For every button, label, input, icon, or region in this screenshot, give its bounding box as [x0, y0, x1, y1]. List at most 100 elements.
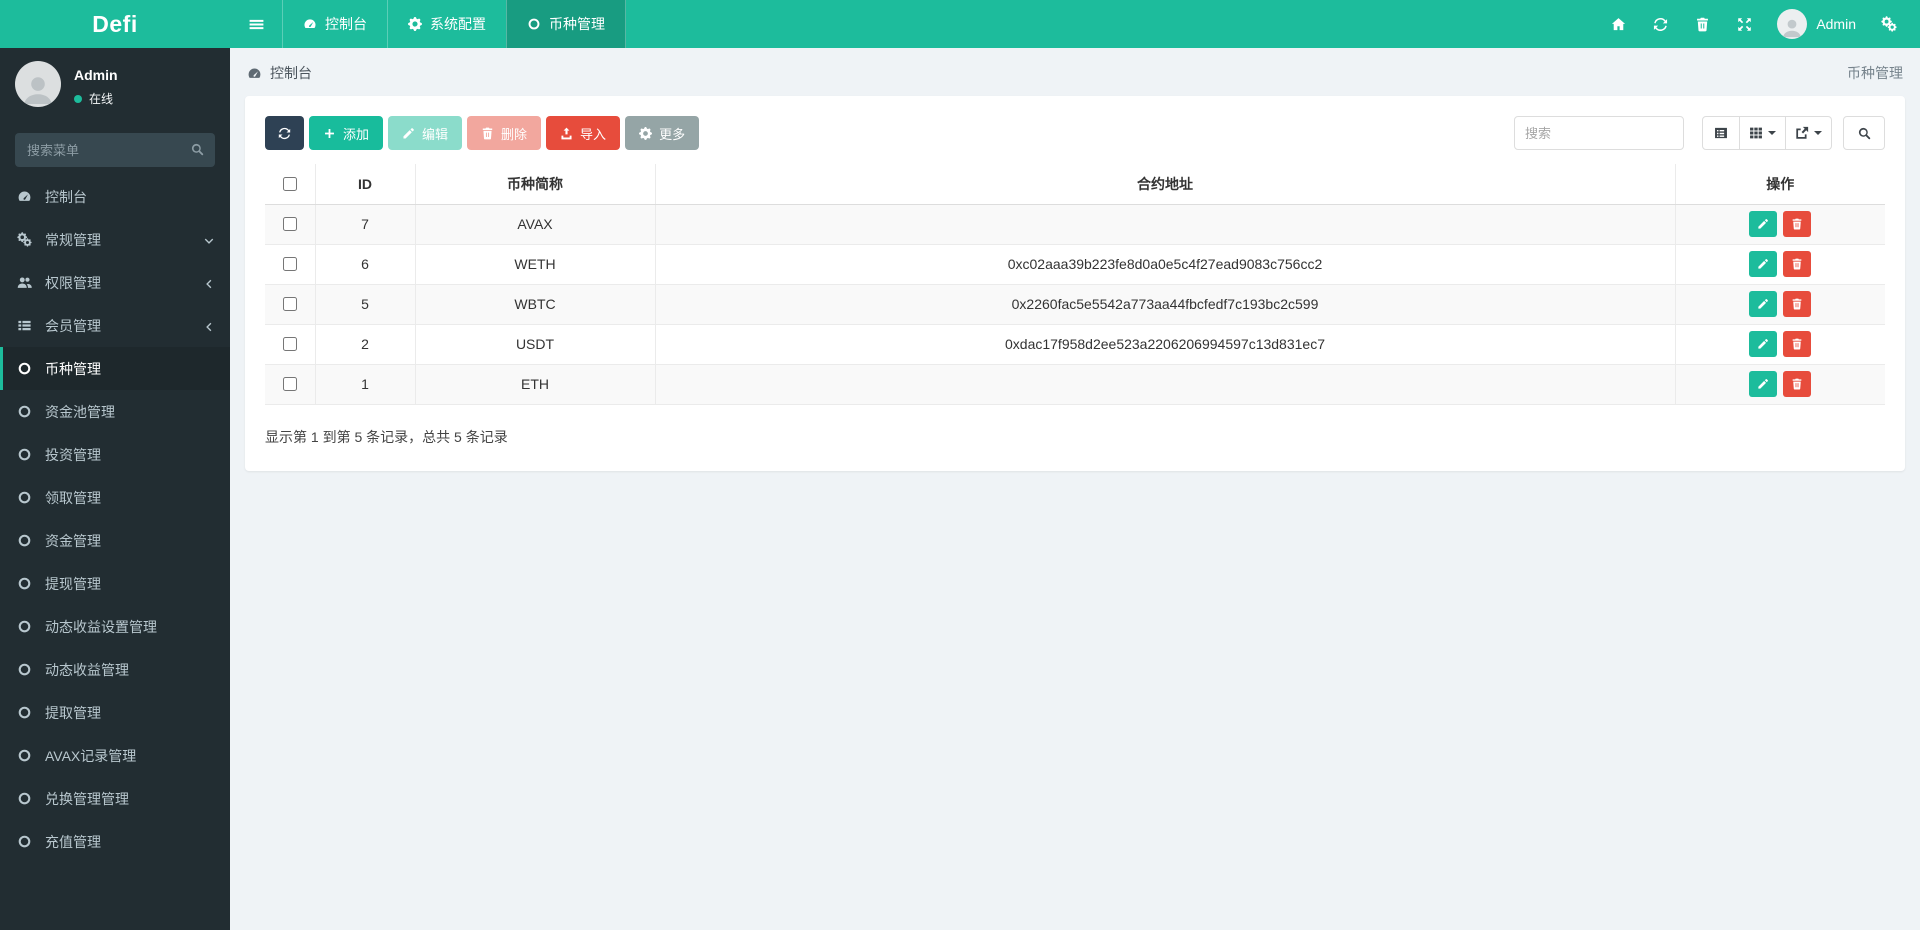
coins-table: ID 币种简称 合约地址 操作 7 AVAX 6 WETH 0xc02aaa39b223fe8… [265, 164, 1885, 405]
row-checkbox[interactable] [283, 377, 298, 391]
row-checkbox[interactable] [283, 217, 298, 231]
sidebar-item-recharge-manage[interactable]: 充值管理 [0, 820, 230, 863]
export-button[interactable] [1786, 116, 1832, 150]
sidebar-user-panel: Admin 在线 [0, 48, 230, 117]
trash-icon [482, 127, 493, 139]
delete-row-button[interactable] [1783, 251, 1812, 277]
records-summary: 显示第 1 到第 5 条记录，总共 5 条记录 [265, 428, 508, 445]
toggle-view-button[interactable] [1702, 116, 1740, 150]
nav-tab-coin-manage[interactable]: 币种管理 [506, 0, 626, 48]
cell-actions [1674, 363, 1885, 405]
edit-row-button[interactable] [1749, 331, 1778, 357]
more-button[interactable]: 更多 [625, 116, 700, 150]
sidebar-item-withdraw-manage[interactable]: 提现管理 [0, 562, 230, 605]
sidebar-item-member-manage[interactable]: 会员管理 [0, 304, 230, 347]
select-all-checkbox[interactable] [283, 176, 298, 191]
column-header-symbol[interactable]: 币种简称 [414, 164, 656, 205]
sidebar-item-label: 资金池管理 [45, 403, 115, 420]
pencil-icon [1758, 259, 1769, 269]
sidebar-user-name: Admin [74, 67, 118, 83]
sidebar-item-dynamic-income-settings[interactable]: 动态收益设置管理 [0, 605, 230, 648]
users-icon [17, 277, 32, 288]
delete-row-button[interactable] [1783, 291, 1812, 317]
gear-icon [408, 17, 422, 31]
delete-row-button[interactable] [1783, 211, 1812, 237]
table-search-input[interactable] [1514, 116, 1684, 150]
sidebar-item-exchange-manage[interactable]: 兑换管理管理 [0, 777, 230, 820]
plus-icon [325, 128, 334, 138]
sidebar-item-general-manage[interactable]: 常规管理 [0, 218, 230, 261]
edit-button[interactable]: 编辑 [388, 116, 463, 150]
circle-icon [18, 405, 31, 418]
dashboard-icon [18, 191, 31, 201]
add-button[interactable]: 添加 [309, 116, 384, 150]
delete-row-button[interactable] [1783, 331, 1812, 357]
settings-button[interactable] [1868, 0, 1910, 48]
circle-icon [18, 362, 31, 375]
app-logo[interactable]: Defi [0, 0, 230, 48]
circle-icon [18, 663, 31, 676]
delete-row-button[interactable] [1783, 371, 1812, 397]
sidebar-item-pool-manage[interactable]: 资金池管理 [0, 390, 230, 433]
pencil-icon [1758, 339, 1769, 349]
circle-icon [18, 835, 31, 848]
cell-symbol: USDT [414, 323, 656, 365]
sidebar-item-invest-manage[interactable]: 投资管理 [0, 433, 230, 476]
trash-icon [1696, 17, 1708, 31]
sidebar-item-coin-manage[interactable]: 币种管理 [0, 347, 230, 390]
sidebar-item-claim-manage[interactable]: 领取管理 [0, 476, 230, 519]
table-row: 1 ETH [265, 363, 1885, 405]
edit-row-button[interactable] [1749, 371, 1778, 397]
refresh-button[interactable] [265, 116, 304, 150]
column-header-id[interactable]: ID [314, 164, 416, 205]
edit-row-button[interactable] [1749, 211, 1778, 237]
circle-icon [18, 620, 31, 633]
sidebar-item-console[interactable]: 控制台 [0, 175, 230, 218]
gears-icon [1881, 16, 1897, 32]
circle-icon [18, 491, 31, 504]
data-panel: 添加编辑删除导入更多 ID币种简称合约地址操作 7AVAX6WETH0xc02a… [245, 96, 1905, 471]
nav-tab-dashboard[interactable]: 控制台 [282, 0, 387, 48]
sidebar-item-dynamic-income-manage[interactable]: 动态收益管理 [0, 648, 230, 691]
sidebar-item-permission-manage[interactable]: 权限管理 [0, 261, 230, 304]
pencil-icon [1758, 299, 1769, 309]
columns-icon [1750, 127, 1762, 139]
cell-symbol: WETH [414, 243, 656, 285]
import-button[interactable]: 导入 [546, 116, 621, 150]
sidebar-item-label: 领取管理 [45, 489, 101, 506]
edit-row-button[interactable] [1749, 291, 1778, 317]
trash-button[interactable] [1681, 0, 1723, 48]
user-menu[interactable]: Admin [1765, 9, 1868, 39]
search-icon [191, 143, 204, 156]
user-icon [1783, 19, 1802, 38]
dashboard-icon [248, 68, 261, 78]
columns-button[interactable] [1740, 116, 1786, 150]
sidebar-item-avax-records-manage[interactable]: AVAX记录管理 [0, 734, 230, 777]
refresh-button[interactable] [1639, 0, 1681, 48]
search-button[interactable] [1843, 116, 1885, 150]
row-checkbox[interactable] [283, 257, 298, 271]
sidebar-menu: 控制台 常规管理 权限管理 会员管理 币种管理资金池管理投资管理领取管理资金管理提现管理… [0, 175, 230, 863]
pencil-icon [403, 127, 414, 139]
breadcrumb[interactable]: 控制台 [247, 63, 312, 83]
fullscreen-button[interactable] [1723, 0, 1765, 48]
sidebar-search-input[interactable] [15, 133, 215, 167]
home-button[interactable] [1597, 0, 1639, 48]
chevleft-icon [206, 279, 212, 288]
row-checkbox[interactable] [283, 337, 298, 351]
sidebar-toggle-button[interactable] [230, 0, 282, 48]
delete-button[interactable]: 删除 [467, 116, 542, 150]
column-header-address[interactable]: 合约地址 [654, 164, 1676, 205]
user-name-label: Admin [1816, 16, 1856, 32]
cell-id: 1 [314, 363, 416, 405]
cell-id: 5 [314, 283, 416, 325]
home-icon [1611, 17, 1625, 30]
sidebar-item-extract-manage[interactable]: 提取管理 [0, 691, 230, 734]
row-checkbox[interactable] [283, 297, 298, 311]
edit-row-button[interactable] [1749, 251, 1778, 277]
nav-tab-system-config[interactable]: 系统配置 [387, 0, 506, 48]
sidebar-item-label: 资金管理 [45, 532, 101, 549]
caret-down-icon [1768, 131, 1776, 135]
sidebar-item-funds-manage[interactable]: 资金管理 [0, 519, 230, 562]
table-row: 5 WBTC 0x2260fac5e5542a773aa44fbcfedf7c193… [265, 283, 1885, 325]
